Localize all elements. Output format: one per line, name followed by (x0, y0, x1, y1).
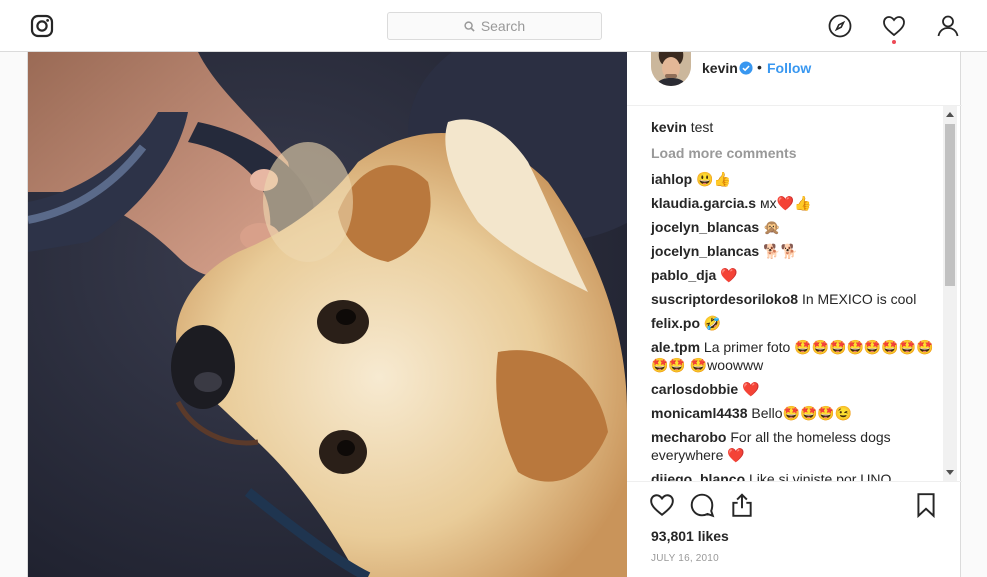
scroll-up-arrow[interactable] (946, 112, 954, 117)
comments-scrollbar[interactable] (943, 106, 957, 481)
notification-dot (892, 40, 896, 44)
caption: kevin test (651, 118, 941, 136)
comment-row: ale.tpm La primer foto 🤩🤩🤩🤩🤩🤩🤩🤩🤩🤩 🤩wooww… (651, 338, 941, 374)
comment-row: jocelyn_blancas 🐕🐕 (651, 242, 941, 260)
comment-row: klaudia.garcia.s ᴍx❤️👍 (651, 194, 941, 212)
comment-username[interactable]: pablo_dja (651, 267, 716, 283)
comment-username[interactable]: iahlop (651, 171, 692, 187)
comment-text: Bello🤩🤩🤩😉 (751, 405, 853, 421)
profile-icon[interactable] (936, 14, 960, 38)
comment-row: jocelyn_blancas 🙊 (651, 218, 941, 236)
top-navigation-bar: Search (0, 0, 987, 52)
comment-text: In MEXICO is cool (801, 291, 917, 307)
comment-row: diiego_blanco Like si viniste por UNO (651, 470, 941, 481)
comment-text: 😃👍 (696, 171, 731, 187)
post-header: kevin • Follow (627, 52, 962, 106)
comment-text: 🙊 (763, 219, 781, 235)
comment-username[interactable]: jocelyn_blancas (651, 219, 759, 235)
comment-row: felix.po 🤣 (651, 314, 941, 332)
comment-text: 🐕🐕 (763, 243, 798, 259)
comment-username[interactable]: klaudia.garcia.s (651, 195, 756, 211)
comment-username[interactable]: ale.tpm (651, 339, 700, 355)
share-icon[interactable] (729, 492, 755, 518)
follow-button[interactable]: Follow (767, 60, 811, 76)
comment-username[interactable]: jocelyn_blancas (651, 243, 759, 259)
instagram-logo-icon[interactable] (30, 14, 54, 38)
likes-count[interactable]: 93,801 likes (651, 528, 729, 544)
post-photo[interactable] (28, 52, 627, 577)
verified-badge-icon (739, 61, 753, 75)
caption-username[interactable]: kevin (651, 119, 687, 135)
comment-text: ❤️ (720, 267, 738, 283)
scrollbar-thumb[interactable] (945, 124, 955, 286)
post-author-username[interactable]: kevin (702, 60, 738, 76)
comment-row: pablo_dja ❤️ (651, 266, 941, 284)
comment-row: monicaml4438 Bello🤩🤩🤩😉 (651, 404, 941, 422)
post-actions: 93,801 likes JULY 16, 2010 (627, 481, 962, 577)
like-heart-icon[interactable] (649, 492, 675, 518)
comment-text: 🤣 (703, 315, 722, 331)
comment-username[interactable]: carlosdobbie (651, 381, 738, 397)
avatar[interactable] (651, 52, 691, 86)
comment-row: suscriptordesoriloko8 In MEXICO is cool (651, 290, 941, 308)
comment-username[interactable]: diiego_blanco (651, 471, 745, 481)
search-placeholder: Search (480, 18, 526, 34)
comment-row: iahlop 😃👍 (651, 170, 941, 188)
post-date[interactable]: JULY 16, 2010 (651, 553, 719, 564)
comment-row: mecharobo For all the homeless dogs ever… (651, 428, 941, 464)
comments-list[interactable]: kevin test Load more comments iahlop 😃👍 k… (627, 106, 962, 481)
comment-text: Like si viniste por UNO (749, 471, 892, 481)
post-sidebar: kevin • Follow kevin test Load more comm… (627, 52, 962, 577)
separator-dot: • (757, 59, 762, 75)
scroll-down-arrow[interactable] (946, 470, 954, 475)
caption-text: test (690, 119, 714, 135)
post-card: kevin • Follow kevin test Load more comm… (27, 52, 962, 577)
comment-username[interactable]: monicaml4438 (651, 405, 748, 421)
comment-username[interactable]: felix.po (651, 315, 700, 331)
search-input[interactable]: Search (387, 12, 602, 40)
comment-text: ❤️ (742, 381, 760, 397)
comment-username[interactable]: suscriptordesoriloko8 (651, 291, 798, 307)
comment-icon[interactable] (689, 492, 715, 518)
bookmark-icon[interactable] (913, 492, 939, 518)
explore-compass-icon[interactable] (828, 14, 852, 38)
activity-heart-icon[interactable] (882, 14, 906, 38)
comment-row: carlosdobbie ❤️ (651, 380, 941, 398)
comment-text: ᴍx❤️👍 (759, 195, 812, 211)
comment-username[interactable]: mecharobo (651, 429, 726, 445)
load-more-comments-button[interactable]: Load more comments (651, 144, 941, 162)
search-icon (464, 20, 475, 32)
